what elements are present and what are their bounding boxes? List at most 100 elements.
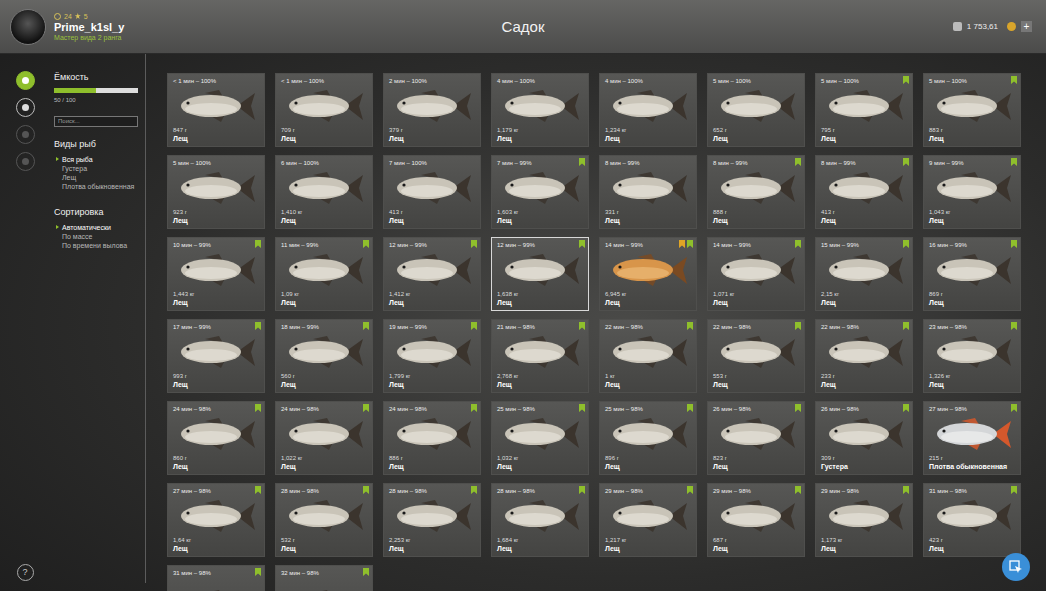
help-button[interactable]: ? xyxy=(17,564,34,581)
rail-tab-icon[interactable] xyxy=(16,98,35,117)
fish-card[interactable]: 14 мин – 99%6,945 кгЛещ xyxy=(599,237,697,311)
fish-card[interactable]: 25 мин – 98%1,032 кгЛещ xyxy=(491,401,589,475)
fish-card[interactable]: 5 мин – 100%652 гЛещ xyxy=(707,73,805,147)
capacity-reading: 50 / 100 xyxy=(54,97,137,103)
fish-name: Лещ xyxy=(173,134,259,143)
fish-card[interactable]: 27 мин – 98%1,64 кгЛещ xyxy=(167,483,265,557)
avatar-icon[interactable] xyxy=(10,9,46,45)
fish-icon xyxy=(607,89,689,123)
fish-card[interactable]: 11 мин – 99%1,09 кгЛещ xyxy=(275,237,373,311)
fish-name: Лещ xyxy=(173,544,259,553)
fish-icon xyxy=(283,89,365,123)
bookmark-icon xyxy=(795,486,801,494)
catch-time: 26 мин – 98% xyxy=(821,405,907,413)
fish-card[interactable]: 24 мин – 98%886 гЛещ xyxy=(383,401,481,475)
filter-item[interactable]: Плотва обыкновенная xyxy=(54,182,137,191)
fish-card[interactable]: 28 мин – 98%2,253 кгЛещ xyxy=(383,483,481,557)
filter-item[interactable]: Вся рыба xyxy=(54,155,137,164)
fish-card[interactable]: 28 мин – 98%532 гЛещ xyxy=(275,483,373,557)
fish-name: Лещ xyxy=(281,380,367,389)
sort-item[interactable]: По массе xyxy=(54,232,137,241)
filter-item[interactable]: Густера xyxy=(54,164,137,173)
fish-card[interactable]: 16 мин – 99%869 гЛещ xyxy=(923,237,1021,311)
fish-card[interactable]: 26 мин – 98%309 гГустера xyxy=(815,401,913,475)
fish-card[interactable]: 5 мин – 100%795 гЛещ xyxy=(815,73,913,147)
fish-card[interactable]: 12 мин – 99%1,638 кгЛещ xyxy=(491,237,589,311)
fish-card[interactable]: < 1 мин – 100%847 гЛещ xyxy=(167,73,265,147)
fish-icon xyxy=(499,253,581,287)
catch-time: 31 мин – 98% xyxy=(173,569,259,577)
fish-card[interactable]: 4 мин – 100%1,234 кгЛещ xyxy=(599,73,697,147)
bookmark-icon xyxy=(903,240,909,248)
fish-icon xyxy=(391,253,473,287)
fish-card[interactable]: 14 мин – 99%1,071 кгЛещ xyxy=(707,237,805,311)
rail-tab-icon[interactable] xyxy=(16,152,35,171)
sort-item[interactable]: Автоматически xyxy=(54,223,137,232)
fish-card[interactable]: 5 мин – 100%923 гЛещ xyxy=(167,155,265,229)
fish-card[interactable]: 29 мин – 98%687 гЛещ xyxy=(707,483,805,557)
sort-item[interactable]: По времени вылова xyxy=(54,241,137,250)
fish-card[interactable]: 9 мин – 99% 1,043 кгЛещ xyxy=(923,155,1021,229)
fish-weight: 1,043 кг xyxy=(929,208,1015,216)
fish-card[interactable]: 7 мин – 100%413 гЛещ xyxy=(383,155,481,229)
fish-icon xyxy=(607,171,689,205)
fish-card[interactable]: 4 мин – 100%1,179 кгЛещ xyxy=(491,73,589,147)
fish-card[interactable]: 18 мин – 99%560 гЛещ xyxy=(275,319,373,393)
fish-icon xyxy=(391,89,473,123)
add-money-button[interactable]: + xyxy=(1021,21,1032,32)
fish-name: Лещ xyxy=(713,134,799,143)
fish-card[interactable]: 21 мин – 98%2,768 кгЛещ xyxy=(491,319,589,393)
fish-card[interactable]: 17 мин – 99%993 гЛещ xyxy=(167,319,265,393)
fish-weight: 1,022 кг xyxy=(281,454,367,462)
fish-card[interactable]: 24 мин – 98%1,022 кгЛещ xyxy=(275,401,373,475)
cursor-button[interactable] xyxy=(1002,553,1030,581)
catch-time: 28 мин – 98% xyxy=(389,487,475,495)
fish-card[interactable]: 7 мин – 99%1,603 кгЛещ xyxy=(491,155,589,229)
catch-time: 4 мин – 100% xyxy=(605,77,691,85)
fish-card[interactable]: 15 мин – 99%2,15 кгЛещ xyxy=(815,237,913,311)
fish-card[interactable]: 32 мин – 98% xyxy=(275,565,373,591)
fish-card[interactable]: 22 мин – 98%233 гЛещ xyxy=(815,319,913,393)
fish-icon xyxy=(931,417,1013,451)
fish-card[interactable]: 10 мин – 99%1,443 кгЛещ xyxy=(167,237,265,311)
fish-card[interactable]: 27 мин – 98%215 гПлотва обыкновенная xyxy=(923,401,1021,475)
rail-tab-icon[interactable] xyxy=(16,71,35,90)
fish-weight: 888 г xyxy=(713,208,799,216)
fish-card[interactable]: 26 мин – 98%823 гЛещ xyxy=(707,401,805,475)
fish-card[interactable]: < 1 мин – 100%709 гЛещ xyxy=(275,73,373,147)
fish-card[interactable]: 19 мин – 99%1,799 кгЛещ xyxy=(383,319,481,393)
fish-card[interactable]: 24 мин – 98%860 гЛещ xyxy=(167,401,265,475)
fish-icon xyxy=(715,499,797,533)
fish-name: Лещ xyxy=(713,216,799,225)
catch-time: 24 мин – 98% xyxy=(389,405,475,413)
filter-item[interactable]: Лещ xyxy=(54,173,137,182)
fish-card[interactable]: 31 мин – 98% xyxy=(167,565,265,591)
catch-time: 9 мин – 99% xyxy=(929,159,1015,167)
fish-card[interactable]: 12 мин – 99%1,412 кгЛещ xyxy=(383,237,481,311)
fish-card[interactable]: 25 мин – 98%896 гЛещ xyxy=(599,401,697,475)
fish-card[interactable]: 5 мин – 100%883 гЛещ xyxy=(923,73,1021,147)
fish-card[interactable]: 29 мин – 98%1,217 кгЛещ xyxy=(599,483,697,557)
fish-name: Лещ xyxy=(929,216,1015,225)
fish-icon xyxy=(283,253,365,287)
fish-card[interactable]: 2 мин – 100%379 гЛещ xyxy=(383,73,481,147)
bookmark-icon xyxy=(903,76,909,84)
fish-weight: 2,15 кг xyxy=(821,290,907,298)
search-field[interactable] xyxy=(54,116,138,127)
fish-card[interactable]: 8 мин – 99%331 гЛещ xyxy=(599,155,697,229)
fish-card[interactable]: 23 мин – 98%1,326 кгЛещ xyxy=(923,319,1021,393)
fish-weight: 379 г xyxy=(389,126,475,134)
fish-name: Лещ xyxy=(497,134,583,143)
fish-card[interactable]: 22 мин – 98%1 кгЛещ xyxy=(599,319,697,393)
fish-card[interactable]: 22 мин – 98%553 гЛещ xyxy=(707,319,805,393)
fish-card[interactable]: 8 мин – 99%413 гЛещ xyxy=(815,155,913,229)
fish-card[interactable]: 31 мин – 98%423 гЛещ xyxy=(923,483,1021,557)
rail-tab-icon[interactable] xyxy=(16,125,35,144)
fish-weight: 309 г xyxy=(821,454,907,462)
fish-card[interactable]: 8 мин – 99%888 гЛещ xyxy=(707,155,805,229)
fish-card[interactable]: 6 мин – 100%1,410 кгЛещ xyxy=(275,155,373,229)
fish-card[interactable]: 28 мин – 98%1,684 кгЛещ xyxy=(491,483,589,557)
bookmark-icon xyxy=(687,240,693,248)
bookmark-icon xyxy=(579,158,585,166)
fish-card[interactable]: 29 мин – 98%1,173 кгЛещ xyxy=(815,483,913,557)
